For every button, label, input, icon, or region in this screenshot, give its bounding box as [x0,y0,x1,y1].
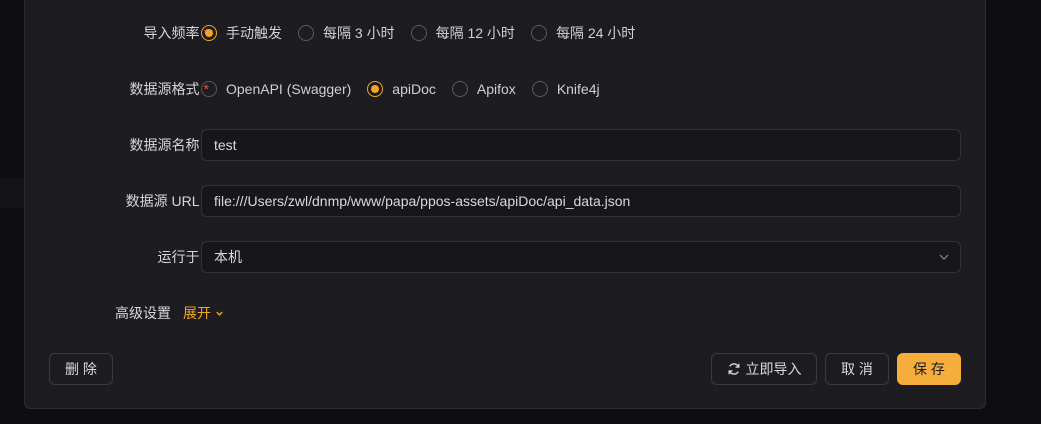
source-format-radio-group: OpenAPI (Swagger) apiDoc Apifox Knife4j [201,73,616,105]
import-source-dialog: 导入频率 * 手动触发 每隔 3 小时 每隔 12 小时 每隔 24 小时 数据源 [24,0,986,409]
radio-dot-icon [298,25,314,41]
source-url-row: 数据源 URL* file:///Users/zwl/dnmp/www/papa… [25,185,985,217]
refresh-icon [728,363,739,375]
run-on-row: 运行于* 本机 [25,241,985,273]
chevron-down-icon [939,254,949,260]
radio-every-24-hours[interactable]: 每隔 24 小时 [530,23,635,43]
radio-dot-icon [410,25,427,41]
source-name-row: 数据源名称* test [25,129,985,161]
chevron-down-icon [216,311,223,316]
source-format-label: 数据源格式 * [129,81,209,97]
source-url-input[interactable]: file:///Users/zwl/dnmp/www/papa/ppos-ass… [201,185,961,217]
delete-button[interactable]: 删 除 [49,353,113,385]
radio-dot-icon [201,81,217,97]
cancel-button[interactable]: 取 消 [825,353,889,385]
source-name-input[interactable]: test [201,129,961,161]
background-panel-strip [0,178,24,208]
import-now-button[interactable]: 立即导入 [711,353,817,385]
import-frequency-radio-group: 手动触发 每隔 3 小时 每隔 12 小时 每隔 24 小时 [201,17,651,49]
radio-openapi-swagger[interactable]: OpenAPI (Swagger) [201,81,351,97]
advanced-settings-row: 高级设置 展开 [25,297,985,329]
radio-dot-icon [530,25,547,41]
radio-apidoc[interactable]: apiDoc [367,81,436,97]
source-format-row: 数据源格式 * OpenAPI (Swagger) apiDoc Apifox K… [25,73,985,105]
radio-dot-icon [201,25,217,41]
radio-knife4j[interactable]: Knife4j [531,81,600,97]
source-name-label: 数据源名称* [130,135,209,155]
radio-manual-trigger[interactable]: 手动触发 [201,23,282,43]
source-url-label: 数据源 URL* [126,191,209,211]
run-on-select[interactable]: 本机 [201,241,961,273]
radio-apifox[interactable]: Apifox [451,81,516,97]
radio-dot-icon [531,81,548,97]
radio-dot-icon [367,81,384,97]
import-frequency-label: 导入频率 * [143,25,209,41]
radio-dot-icon [451,81,468,97]
radio-every-3-hours[interactable]: 每隔 3 小时 [298,23,395,43]
save-button[interactable]: 保 存 [897,353,961,385]
advanced-expand-toggle[interactable]: 展开 [183,303,224,323]
advanced-settings-label: 高级设置 [115,305,171,321]
radio-every-12-hours[interactable]: 每隔 12 小时 [410,23,515,43]
import-frequency-row: 导入频率 * 手动触发 每隔 3 小时 每隔 12 小时 每隔 24 小时 [25,17,985,49]
